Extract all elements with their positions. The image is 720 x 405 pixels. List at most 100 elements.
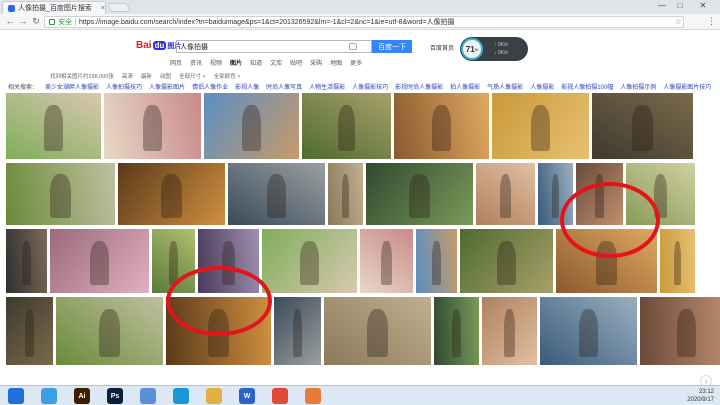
thumbnail-subject — [242, 104, 261, 152]
image-result-thumbnail[interactable] — [416, 229, 457, 293]
photoshop-icon[interactable]: Ps — [107, 388, 123, 404]
related-search-link[interactable]: 拍人像摄影 — [450, 82, 480, 91]
nav-tab[interactable]: 贴吧 — [290, 58, 302, 67]
related-search-link[interactable]: 影视人像拍摄100幅 — [561, 82, 613, 91]
related-search-link[interactable]: 影视时尚人像摄影 — [395, 82, 443, 91]
image-result-thumbnail[interactable] — [460, 229, 553, 293]
related-search-link[interactable]: 情侣人像作业 — [192, 82, 228, 91]
image-result-thumbnail[interactable] — [660, 229, 695, 293]
search-button[interactable]: 百度一下 — [372, 40, 412, 53]
tray-date: 2020/9/17 — [687, 397, 714, 403]
speed-gauge: 71% — [461, 38, 483, 60]
related-search-link[interactable]: 人像摄影图片技巧 — [663, 82, 711, 91]
image-result-thumbnail[interactable] — [204, 93, 299, 159]
nav-tab[interactable]: 知道 — [250, 58, 262, 67]
related-search-link[interactable]: 人像摄影 — [530, 82, 554, 91]
image-result-thumbnail[interactable] — [56, 297, 163, 365]
baidu-favicon-icon — [8, 4, 15, 12]
filter-option[interactable]: 全部颜色 ˅ — [214, 72, 241, 80]
reload-icon[interactable]: ↻ — [30, 16, 42, 27]
related-search-link[interactable]: 人像摄影技巧 — [352, 82, 388, 91]
image-result-thumbnail[interactable] — [540, 297, 637, 365]
photo-viewer-icon[interactable] — [41, 388, 57, 404]
related-search-link[interactable]: 人像拍摄技巧 — [106, 82, 142, 91]
image-result-thumbnail[interactable] — [328, 163, 363, 225]
new-tab-button[interactable] — [107, 3, 131, 12]
gallery-app-icon[interactable] — [305, 388, 321, 404]
thumbnail-subject — [98, 309, 121, 357]
related-search-link[interactable]: 气质人像摄影 — [487, 82, 523, 91]
illustrator-icon[interactable]: Ai — [74, 388, 90, 404]
filter-option[interactable]: 最新 — [141, 72, 152, 80]
image-result-thumbnail[interactable] — [640, 297, 720, 365]
browser-menu-icon[interactable]: ⋮ — [707, 16, 716, 27]
image-result-thumbnail[interactable] — [50, 229, 149, 293]
close-window-button[interactable]: ✕ — [690, 1, 716, 10]
related-search-link[interactable]: 美少女湖畔人像摄影 — [45, 82, 99, 91]
search-query: 人像拍摄 — [180, 43, 208, 51]
nav-tab[interactable]: 资讯 — [190, 58, 202, 67]
upload-speed: ↑ 0K/s — [494, 42, 508, 48]
image-result-thumbnail[interactable] — [6, 163, 115, 225]
thumbnail-subject — [504, 309, 515, 357]
thumbnail-subject — [408, 174, 431, 218]
bird-app-icon[interactable] — [140, 388, 156, 404]
nav-tab[interactable]: 更多 — [350, 58, 362, 67]
related-search-link[interactable]: 人像摄影图片 — [149, 82, 185, 91]
system-tray[interactable]: 23:12 2020/9/17 — [687, 388, 714, 404]
image-result-thumbnail[interactable] — [366, 163, 473, 225]
image-result-thumbnail[interactable] — [274, 297, 321, 365]
minimize-button[interactable]: — — [654, 1, 670, 10]
folder-icon[interactable] — [206, 388, 222, 404]
image-result-thumbnail[interactable] — [6, 229, 47, 293]
filter-option[interactable]: 高清 — [122, 72, 133, 80]
image-result-thumbnail[interactable] — [228, 163, 325, 225]
maximize-button[interactable]: □ — [672, 1, 688, 10]
wps-icon[interactable]: W — [239, 388, 255, 404]
media-app-icon[interactable] — [173, 388, 189, 404]
network-speed-widget[interactable]: 71% ↑ 0K/s ↓ 0K/s — [460, 37, 528, 61]
filter-option[interactable]: 动图 — [160, 72, 171, 80]
bookmark-star-icon[interactable]: ☆ — [675, 17, 682, 26]
search-input[interactable]: 人像拍摄 — [176, 40, 372, 53]
nav-tab[interactable]: 视频 — [210, 58, 222, 67]
related-search-link[interactable]: 人物生活摄影 — [309, 82, 345, 91]
related-search-link[interactable]: 人像拍摄示例 — [620, 82, 656, 91]
forward-arrow-icon[interactable]: → — [17, 16, 29, 26]
nav-tab[interactable]: 图片 — [230, 58, 242, 67]
filter-option[interactable]: 全部尺寸 ˅ — [179, 72, 206, 80]
chrome-icon[interactable] — [272, 388, 288, 404]
thumbnail-subject — [381, 240, 392, 286]
related-search-link[interactable]: 影视人像 — [235, 82, 259, 91]
home-link[interactable]: 百度首页 — [430, 43, 454, 52]
image-result-thumbnail[interactable] — [104, 93, 201, 159]
image-result-thumbnail[interactable] — [324, 297, 431, 365]
image-result-thumbnail[interactable] — [262, 229, 357, 293]
nav-tab[interactable]: 文库 — [270, 58, 282, 67]
browser-tab[interactable]: 人像拍摄_百度图片搜索 × — [2, 1, 106, 14]
image-result-thumbnail[interactable] — [6, 93, 101, 159]
nav-tab[interactable]: 网页 — [170, 58, 182, 67]
camera-icon[interactable] — [349, 43, 357, 50]
url-text[interactable]: https://image.baidu.com/search/index?tn=… — [79, 17, 455, 27]
filter-bar: 找到相关图片约298,000张 高清 最新 动图 全部尺寸 ˅ 全部颜色 ˅ — [50, 72, 240, 80]
nav-tab[interactable]: 采购 — [310, 58, 322, 67]
image-result-thumbnail[interactable] — [434, 297, 479, 365]
image-result-thumbnail[interactable] — [360, 229, 413, 293]
tab-close-icon[interactable]: × — [101, 5, 105, 12]
related-search-link[interactable]: 时尚人像写真 — [266, 82, 302, 91]
image-result-thumbnail[interactable] — [302, 93, 391, 159]
address-bar[interactable]: 安全 https://image.baidu.com/search/index?… — [44, 16, 684, 28]
image-result-thumbnail[interactable] — [492, 93, 589, 159]
image-result-thumbnail[interactable] — [482, 297, 537, 365]
image-result-thumbnail[interactable] — [394, 93, 489, 159]
nav-tab[interactable]: 地图 — [330, 58, 342, 67]
image-result-thumbnail[interactable] — [476, 163, 535, 225]
windows-start-icon[interactable] — [8, 388, 24, 404]
image-result-thumbnail[interactable] — [6, 297, 53, 365]
image-result-thumbnail[interactable] — [592, 93, 693, 159]
back-arrow-icon[interactable]: ← — [4, 16, 16, 26]
thumbnail-subject — [300, 240, 319, 286]
baidu-logo[interactable]: Bai du 图片 — [136, 40, 181, 51]
image-result-thumbnail[interactable] — [118, 163, 225, 225]
